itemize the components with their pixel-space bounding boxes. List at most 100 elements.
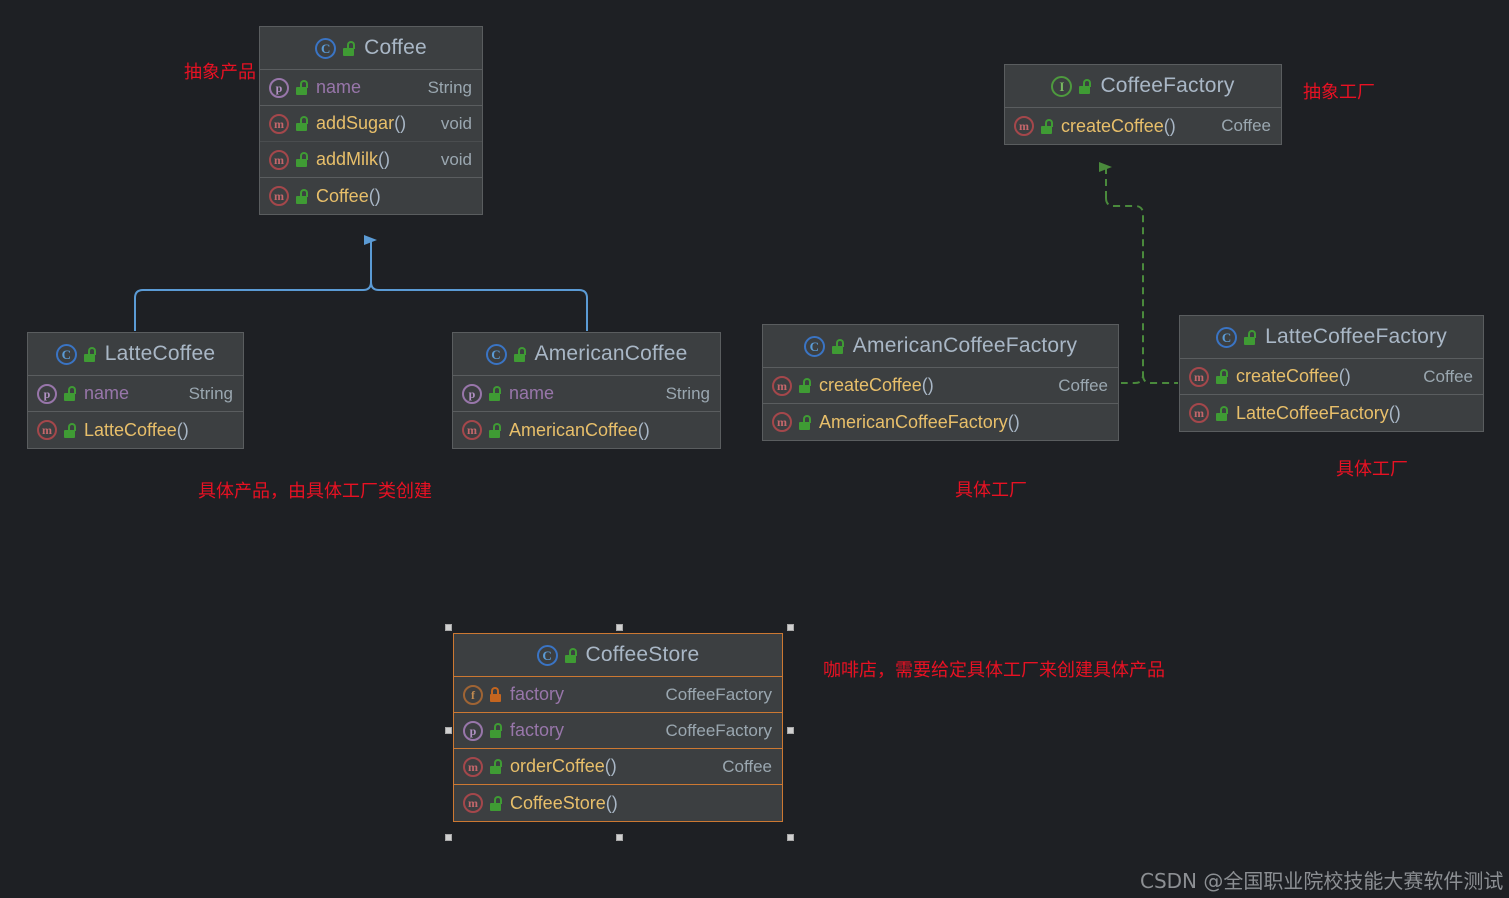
class-icon: C bbox=[1216, 326, 1238, 348]
method-icon: m bbox=[463, 756, 483, 777]
member-type: Coffee bbox=[1221, 116, 1271, 135]
uml-class-name: LatteCoffee bbox=[104, 342, 216, 365]
member-type: String bbox=[427, 77, 472, 97]
unlocked-padlock-icon bbox=[489, 723, 503, 738]
method-icon: m bbox=[269, 149, 289, 170]
member-name: AmericanCoffeeFactory() bbox=[819, 411, 1020, 432]
uml-diagram-canvas[interactable]: C Coffee p name String m addSugar() void m addMil… bbox=[0, 0, 1509, 898]
selection-handle[interactable] bbox=[445, 727, 452, 734]
unlocked-padlock-icon bbox=[63, 422, 77, 438]
uml-member-row[interactable]: m AmericanCoffee() bbox=[453, 412, 720, 448]
uml-member-row[interactable]: p factory CoffeeFactory bbox=[454, 713, 782, 749]
uml-member-row[interactable]: m LatteCoffeeFactory() bbox=[1180, 395, 1483, 431]
uml-class-header[interactable]: C AmericanCoffee bbox=[453, 333, 720, 376]
unlocked-padlock-icon bbox=[564, 647, 578, 663]
member-type: String bbox=[188, 383, 233, 403]
uml-class-latte-coffee[interactable]: C LatteCoffee p name String m LatteCoffee() bbox=[27, 332, 244, 449]
property-icon: p bbox=[37, 383, 57, 404]
unlocked-padlock-icon bbox=[488, 422, 502, 438]
annotation-label: 具体产品，由具体工厂类创建 bbox=[198, 481, 432, 502]
uml-class-name: LatteCoffeeFactory bbox=[1265, 325, 1447, 348]
uml-class-header[interactable]: I CoffeeFactory bbox=[1005, 65, 1281, 108]
member-name: factory bbox=[510, 720, 565, 740]
property-icon: p bbox=[463, 720, 483, 741]
uml-member-row[interactable]: m CoffeeStore() bbox=[454, 785, 782, 821]
uml-class-header[interactable]: C LatteCoffee bbox=[28, 333, 243, 376]
uml-member-row[interactable]: p name String bbox=[260, 70, 482, 106]
uml-class-name: CoffeeStore bbox=[585, 643, 700, 666]
uml-class-american-coffee-factory[interactable]: C AmericanCoffeeFactory m createCoffee() Cof… bbox=[762, 324, 1119, 441]
method-icon: m bbox=[462, 420, 482, 440]
selection-handle[interactable] bbox=[445, 624, 452, 631]
uml-class-header[interactable]: C Coffee bbox=[260, 27, 482, 70]
property-icon: p bbox=[462, 383, 482, 404]
selection-handle[interactable] bbox=[787, 624, 794, 631]
class-icon: C bbox=[315, 37, 337, 59]
member-type: Coffee bbox=[1423, 366, 1473, 386]
annotation-label: 抽象产品 bbox=[184, 62, 256, 83]
method-icon: m bbox=[269, 186, 289, 206]
uml-member-row[interactable]: f factory CoffeeFactory bbox=[454, 677, 782, 713]
method-icon: m bbox=[463, 793, 483, 813]
member-name: addMilk() bbox=[316, 149, 391, 169]
selection-handle[interactable] bbox=[616, 834, 623, 841]
uml-class-latte-coffee-factory[interactable]: C LatteCoffeeFactory m createCoffee() Coffee… bbox=[1179, 315, 1484, 432]
selection-handle[interactable] bbox=[445, 834, 452, 841]
uml-class-american-coffee[interactable]: C AmericanCoffee p name String m AmericanCoffe… bbox=[452, 332, 721, 449]
selection-handle[interactable] bbox=[616, 624, 623, 631]
uml-member-row[interactable]: m LatteCoffee() bbox=[28, 412, 243, 448]
uml-class-name: AmericanCoffeeFactory bbox=[852, 334, 1078, 357]
unlocked-padlock-icon bbox=[488, 386, 502, 401]
member-name: LatteCoffee() bbox=[84, 419, 189, 440]
class-icon: C bbox=[485, 343, 507, 365]
unlocked-padlock-icon bbox=[342, 40, 356, 56]
field-icon: f bbox=[463, 684, 483, 705]
uml-member-row[interactable]: m createCoffee() Coffee bbox=[1180, 359, 1483, 395]
unlocked-padlock-icon bbox=[63, 386, 77, 401]
unlocked-padlock-icon bbox=[295, 116, 309, 131]
member-name: name bbox=[316, 77, 362, 97]
unlocked-padlock-icon bbox=[489, 759, 503, 774]
uml-member-row[interactable]: m createCoffee() Coffee bbox=[1005, 108, 1281, 144]
uml-class-coffee-factory[interactable]: I CoffeeFactory m createCoffee() Coffee bbox=[1004, 64, 1282, 145]
member-type: CoffeeFactory bbox=[665, 720, 772, 740]
member-name: name bbox=[509, 383, 555, 403]
uml-class-coffee[interactable]: C Coffee p name String m addSugar() void m addMil… bbox=[259, 26, 483, 215]
uml-member-row[interactable]: m orderCoffee() Coffee bbox=[454, 749, 782, 785]
uml-member-row[interactable]: p name String bbox=[453, 376, 720, 412]
csdn-watermark: CSDN @全国职业院校技能大赛软件测试 bbox=[1140, 869, 1504, 893]
locked-padlock-icon bbox=[489, 687, 503, 702]
member-type: String bbox=[665, 383, 710, 403]
uml-member-row[interactable]: m addMilk() void bbox=[260, 142, 482, 178]
selection-handle[interactable] bbox=[787, 834, 794, 841]
uml-member-row[interactable]: m createCoffee() Coffee bbox=[763, 368, 1118, 404]
uml-class-header[interactable]: C AmericanCoffeeFactory bbox=[763, 325, 1118, 368]
method-icon: m bbox=[772, 375, 792, 396]
uml-member-row[interactable]: p name String bbox=[28, 376, 243, 412]
annotation-label: 咖啡店，需要给定具体工厂来创建具体产品 bbox=[823, 660, 1165, 681]
uml-class-coffee-store[interactable]: C CoffeeStore f factory CoffeeFactory p factor… bbox=[453, 633, 783, 822]
uml-member-row[interactable]: m AmericanCoffeeFactory() bbox=[763, 404, 1118, 440]
uml-class-header[interactable]: C CoffeeStore bbox=[454, 634, 782, 677]
unlocked-padlock-icon bbox=[1040, 118, 1054, 134]
unlocked-padlock-icon bbox=[513, 346, 527, 362]
member-name: orderCoffee() bbox=[510, 756, 617, 776]
selection-handle[interactable] bbox=[787, 727, 794, 734]
uml-class-name: AmericanCoffee bbox=[534, 342, 688, 365]
unlocked-padlock-icon bbox=[489, 795, 503, 811]
unlocked-padlock-icon bbox=[1215, 369, 1229, 384]
unlocked-padlock-icon bbox=[831, 338, 845, 354]
method-icon: m bbox=[772, 412, 792, 432]
uml-member-row[interactable]: m Coffee() bbox=[260, 178, 482, 214]
unlocked-padlock-icon bbox=[83, 346, 97, 362]
class-icon: C bbox=[536, 644, 558, 666]
uml-member-row[interactable]: m addSugar() void bbox=[260, 106, 482, 142]
member-name: createCoffee() bbox=[1061, 115, 1176, 136]
member-name: createCoffee() bbox=[1236, 366, 1351, 386]
unlocked-padlock-icon bbox=[1078, 78, 1092, 94]
property-icon: p bbox=[269, 77, 289, 98]
member-name: Coffee() bbox=[316, 185, 381, 206]
uml-class-header[interactable]: C LatteCoffeeFactory bbox=[1180, 316, 1483, 359]
member-name: createCoffee() bbox=[819, 375, 934, 395]
annotation-label: 抽象工厂 bbox=[1303, 82, 1375, 103]
